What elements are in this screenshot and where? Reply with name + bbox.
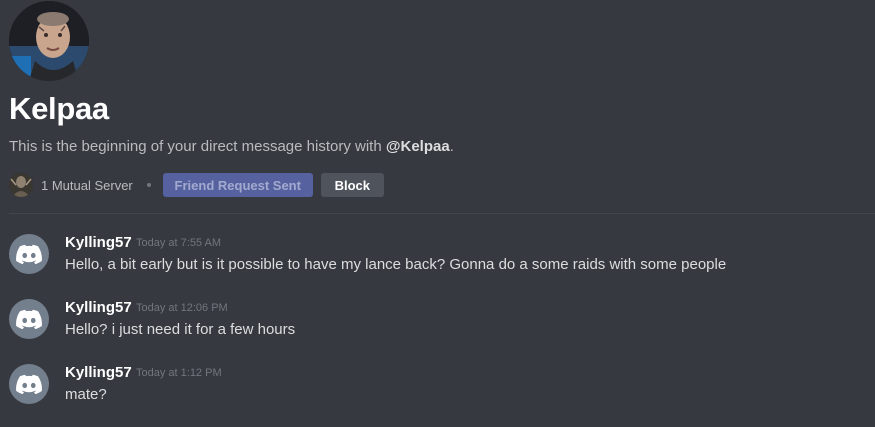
message-timestamp: Today at 1:12 PM — [136, 367, 222, 379]
message-text: Hello? i just need it for a few hours — [65, 321, 296, 338]
message-author[interactable]: Kylling57 — [65, 364, 132, 381]
block-button[interactable]: Block — [320, 173, 384, 197]
intro-prefix: This is the beginning of your direct mes… — [9, 138, 386, 155]
profile-avatar[interactable] — [9, 1, 89, 81]
message-text: Hello, a bit early but is it possible to… — [65, 256, 727, 273]
message-timestamp: Today at 7:55 AM — [136, 237, 221, 249]
discord-default-avatar-icon[interactable] — [9, 364, 49, 404]
mutual-server-icon[interactable] — [9, 173, 33, 197]
discord-logo-icon — [16, 374, 42, 394]
profile-actions: 1 Mutual Server Friend Request Sent Bloc… — [9, 172, 384, 198]
message-author[interactable]: Kylling57 — [65, 234, 132, 251]
profile-username: Kelpaa — [9, 91, 109, 126]
header-divider — [9, 213, 875, 214]
message-item: Kylling57 Today at 1:12 PM mate? — [0, 364, 875, 414]
message-item: Kylling57 Today at 7:55 AM Hello, a bit … — [0, 234, 875, 284]
profile-photo-icon — [9, 1, 89, 81]
message-item: Kylling57 Today at 12:06 PM Hello? i jus… — [0, 299, 875, 349]
discord-default-avatar-icon[interactable] — [9, 234, 49, 274]
message-author[interactable]: Kylling57 — [65, 299, 132, 316]
separator-dot — [146, 183, 151, 187]
dm-header: Kelpaa This is the beginning of your dir… — [0, 0, 875, 214]
server-photo-icon — [9, 173, 33, 197]
message-timestamp: Today at 12:06 PM — [136, 302, 228, 314]
mutual-servers-link[interactable]: 1 Mutual Server — [41, 178, 133, 193]
discord-logo-icon — [16, 309, 42, 329]
intro-suffix: . — [449, 138, 454, 155]
friend-request-sent-button[interactable]: Friend Request Sent — [162, 173, 313, 197]
discord-logo-icon — [16, 244, 42, 264]
message-text: mate? — [65, 386, 107, 403]
intro-mention[interactable]: @Kelpaa — [386, 138, 450, 155]
discord-default-avatar-icon[interactable] — [9, 299, 49, 339]
dm-intro-text: This is the beginning of your direct mes… — [9, 138, 454, 155]
